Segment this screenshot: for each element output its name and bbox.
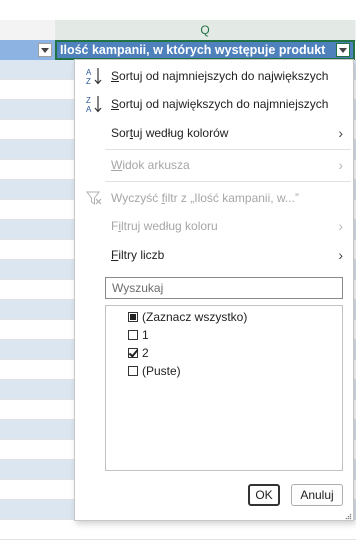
grid-top-strip (0, 0, 356, 20)
checkbox[interactable] (128, 312, 138, 322)
list-item[interactable]: (Puste) (128, 362, 181, 380)
menu-item-sort-by-color[interactable]: Sortuj według kolorów › (75, 120, 353, 146)
chevron-down-icon (41, 47, 49, 53)
sort-ascending-icon: A Z (85, 66, 103, 86)
menu-item-sort-descending[interactable]: Z A Sortuj od największych do najmniejsz… (75, 91, 353, 117)
filter-values-list: (Zaznacz wszystko) 1 2 (Puste) (105, 305, 343, 471)
menu-divider (105, 181, 351, 182)
svg-text:A: A (86, 68, 92, 77)
menu-item-sheet-view[interactable]: Widok arkusza › (75, 152, 353, 178)
adjacent-filter-dropdown-button[interactable] (38, 43, 52, 57)
autofilter-dropdown-panel: A Z Sortuj od najmniejszych do największ… (74, 59, 354, 521)
filter-dropdown-button[interactable] (336, 43, 350, 57)
menu-divider (105, 149, 351, 150)
ok-button[interactable]: OK (248, 484, 280, 506)
column-letter: Q (200, 23, 210, 37)
chevron-right-icon: › (338, 247, 343, 263)
header-cell-text: Ilość kampanii, w których występuje prod… (60, 43, 326, 57)
checkbox[interactable] (128, 330, 138, 340)
column-header-q[interactable]: Q (55, 20, 355, 42)
svg-text:Z: Z (86, 77, 91, 86)
menu-item-sort-ascending[interactable]: A Z Sortuj od najmniejszych do największ… (75, 63, 353, 89)
list-item-select-all[interactable]: (Zaznacz wszystko) (128, 308, 247, 326)
chevron-right-icon: › (338, 157, 343, 173)
svg-text:A: A (86, 105, 92, 114)
clear-filter-icon (85, 188, 103, 208)
filtered-header-cell[interactable]: Ilość kampanii, w których występuje prod… (55, 40, 355, 60)
chevron-down-icon (339, 47, 347, 53)
list-item[interactable]: 2 (128, 344, 149, 362)
search-placeholder: Wyszukaj (112, 281, 164, 295)
cancel-button[interactable]: Anuluj (291, 484, 343, 506)
svg-text:Z: Z (86, 96, 91, 105)
menu-item-number-filters[interactable]: Filtry liczb › (75, 242, 353, 268)
menu-item-filter-by-color[interactable]: Filtruj według koloru › (75, 213, 353, 239)
menu-item-clear-filter[interactable]: Wyczyść filtr z „Ilość kampanii, w...” (75, 185, 353, 211)
chevron-right-icon: › (338, 218, 343, 234)
checkbox[interactable] (128, 348, 138, 358)
chevron-right-icon: › (338, 125, 343, 141)
resize-grip-icon[interactable] (345, 513, 352, 520)
checkbox[interactable] (128, 366, 138, 376)
sort-descending-icon: Z A (85, 94, 103, 114)
list-item[interactable]: 1 (128, 326, 149, 344)
table-row[interactable] (0, 520, 356, 540)
search-input[interactable]: Wyszukaj (105, 277, 343, 299)
